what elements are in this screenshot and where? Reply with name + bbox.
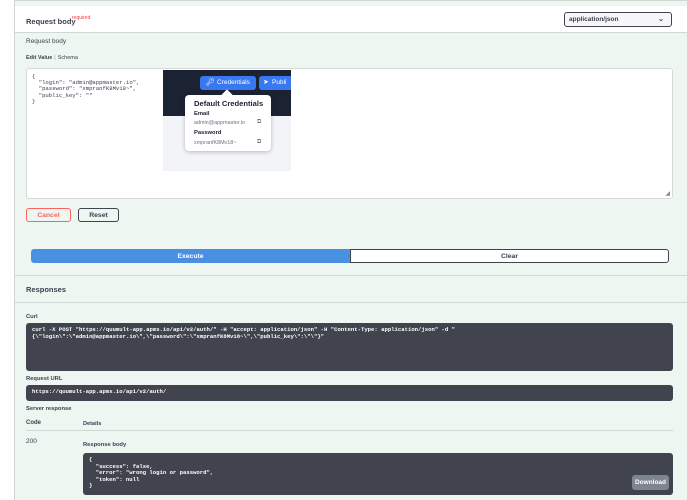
tab-edit-value[interactable]: Edit Value [26, 55, 52, 61]
public-button: ➤ Publi [259, 76, 291, 90]
copy-icon: ⧉ [257, 119, 262, 125]
request-body-editor[interactable]: { "login": "admin@appmaster.io", "passwo… [26, 68, 673, 199]
request-url-label: Request URL [26, 376, 63, 382]
execute-button[interactable]: Execute [31, 249, 350, 263]
curl-command[interactable]: curl -X POST "https://quumult-app.apms.i… [26, 323, 673, 371]
table-header-divider [26, 430, 673, 431]
server-response-label: Server response [26, 406, 72, 412]
request-body-header: Request body required application/json ⌄ [15, 6, 687, 33]
password-label: Password [194, 130, 222, 136]
credentials-button: 🔑︎ Credentials [200, 76, 256, 90]
email-label: Email [194, 111, 210, 117]
response-body-label: Response body [83, 442, 127, 448]
divider [15, 275, 687, 276]
key-icon: 🔑︎ [206, 79, 215, 86]
tab-separator: | [54, 55, 56, 61]
resize-handle-icon[interactable]: ◢ [665, 190, 670, 197]
request-body-title: Request body [26, 17, 76, 26]
cancel-button[interactable]: Cancel [26, 208, 71, 222]
tab-schema[interactable]: Schema [58, 55, 78, 61]
curl-label: Curl [26, 314, 38, 320]
responses-title: Responses [26, 285, 67, 294]
execute-row: Execute Clear [31, 249, 669, 263]
request-url[interactable]: https://quumult-app.apms.io/api/v2/auth/ [26, 385, 673, 401]
default-credentials-popover: Default Credentials Email admin@appmaste… [185, 89, 271, 151]
request-body-json: { "login": "admin@appmaster.io", "passwo… [32, 73, 140, 105]
value-schema-tabs: Edit Value | Schema [26, 55, 78, 61]
content-type-value: application/json [569, 16, 619, 23]
response-body[interactable]: { "success": false, "error": "wrong logi… [83, 453, 673, 495]
column-code: Code [26, 420, 41, 426]
request-body-sublabel: Request body [26, 38, 67, 45]
popover-title: Default Credentials [194, 99, 264, 108]
public-button-label: Publi [272, 79, 287, 86]
column-details: Details [83, 421, 102, 427]
clear-button[interactable]: Clear [350, 249, 669, 263]
divider [15, 302, 687, 303]
email-value: admin@appmaster.io [194, 120, 246, 126]
password-value: xmpranfK8Mv18~ [194, 140, 237, 146]
content-type-select[interactable]: application/json ⌄ [564, 12, 672, 27]
chevron-down-icon: ⌄ [658, 16, 664, 23]
embedded-screenshot: 🔑︎ Credentials ➤ Publi Default Credentia… [163, 70, 291, 171]
reset-button[interactable]: Reset [78, 208, 119, 222]
copy-icon: ⧉ [257, 139, 262, 145]
status-code: 200 [26, 438, 37, 445]
required-marker: required [72, 15, 91, 21]
send-icon: ➤ [263, 79, 269, 86]
request-panel: Request body required application/json ⌄… [14, 0, 687, 500]
credentials-button-label: Credentials [217, 79, 250, 86]
download-button[interactable]: Download [632, 475, 669, 490]
